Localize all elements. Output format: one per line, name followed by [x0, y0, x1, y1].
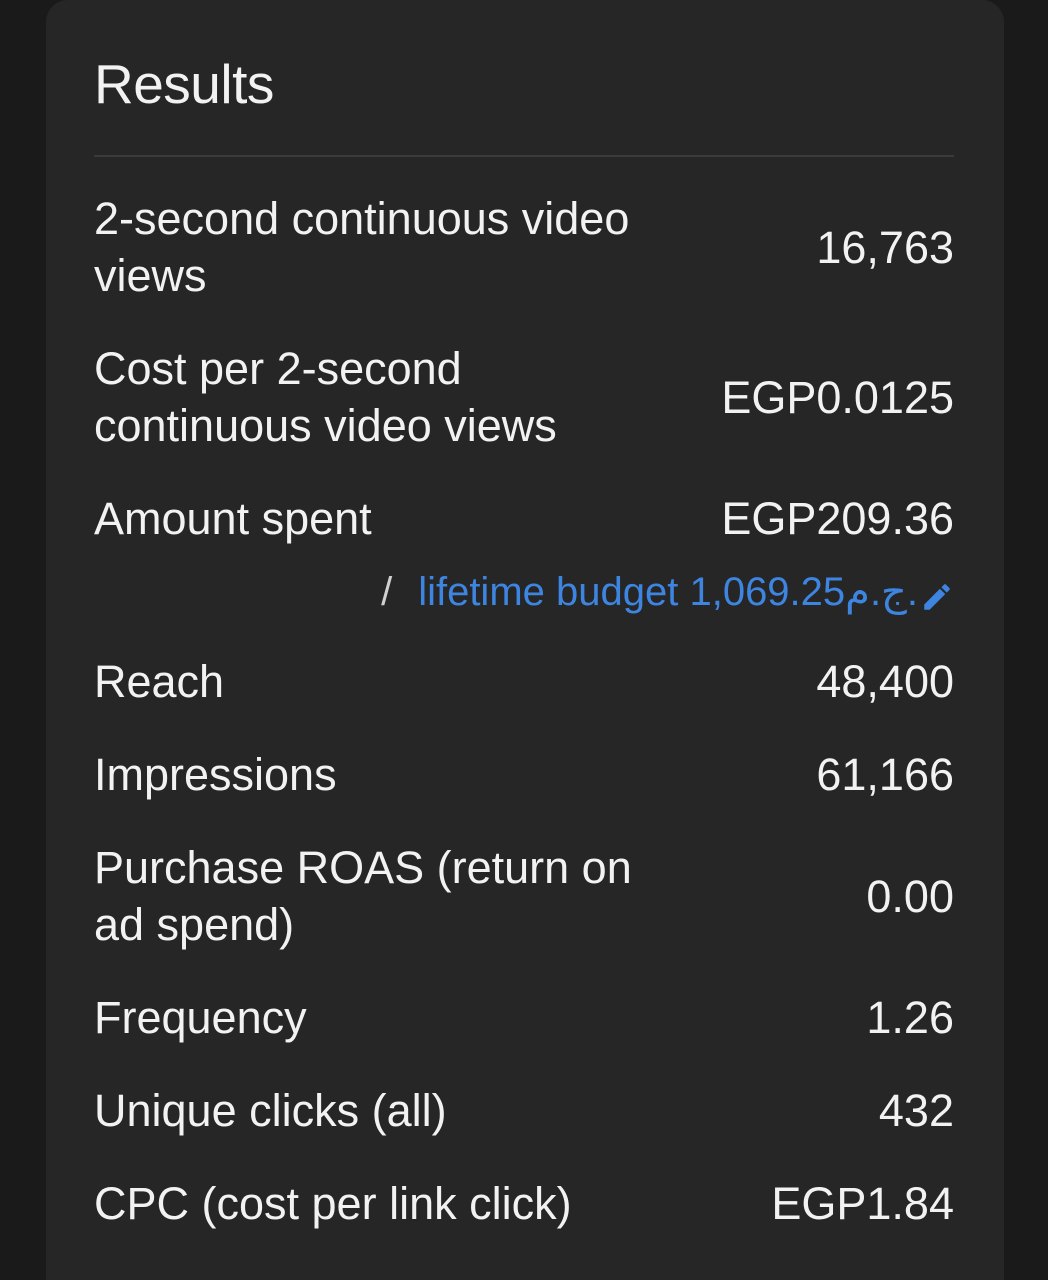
metric-label: Impressions — [94, 749, 337, 800]
title-divider — [94, 155, 954, 157]
metric-value: 48,400 — [816, 656, 954, 707]
metric-value: 16,763 — [816, 221, 954, 273]
metric-label: Cost per 2-second continuous video views — [94, 343, 557, 451]
metric-value: 1.26 — [866, 992, 954, 1043]
budget-separator: / — [381, 570, 393, 614]
metric-value: EGP209.36 — [721, 493, 954, 544]
metric-value: 432 — [878, 1085, 954, 1136]
metric-row-video-views: 2-second continuous video views 16,763 — [94, 190, 954, 304]
metric-label: Frequency — [94, 992, 307, 1043]
metric-value: EGP0.0125 — [721, 371, 954, 423]
results-title: Results — [94, 53, 274, 115]
metric-label: Unique clicks (all) — [94, 1085, 447, 1136]
lifetime-budget-link[interactable]: / lifetime budget 1,069.25ج.م. — [381, 566, 954, 618]
metric-row-cpc: CPC (cost per link click) EGP1.84 — [94, 1175, 954, 1232]
metric-label: CPC (cost per link click) — [94, 1178, 572, 1229]
pencil-icon[interactable] — [920, 575, 954, 610]
metric-label: 2-second continuous video views — [94, 193, 630, 301]
metric-value: EGP1.84 — [771, 1178, 954, 1229]
metric-row-unique-clicks: Unique clicks (all) 432 — [94, 1082, 954, 1139]
results-card: Results 2-second continuous video views … — [46, 0, 1004, 1280]
metric-label: Reach — [94, 656, 225, 707]
metric-row-impressions: Impressions 61,166 — [94, 746, 954, 803]
metric-value: 0.00 — [866, 870, 954, 922]
lifetime-budget-text[interactable]: lifetime budget 1,069.25ج.م. — [418, 566, 918, 618]
metric-row-cost-per-video-view: Cost per 2-second continuous video views… — [94, 340, 954, 454]
metric-label: Amount spent — [94, 493, 372, 544]
metric-row-amount-spent: Amount spent EGP209.36 — [94, 490, 954, 547]
metric-value: 61,166 — [816, 749, 954, 800]
metric-row-frequency: Frequency 1.26 — [94, 989, 954, 1046]
metric-row-reach: Reach 48,400 — [94, 653, 954, 710]
metric-label: Purchase ROAS (return on ad spend) — [94, 842, 632, 950]
metric-row-purchase-roas: Purchase ROAS (return on ad spend) 0.00 — [94, 839, 954, 953]
